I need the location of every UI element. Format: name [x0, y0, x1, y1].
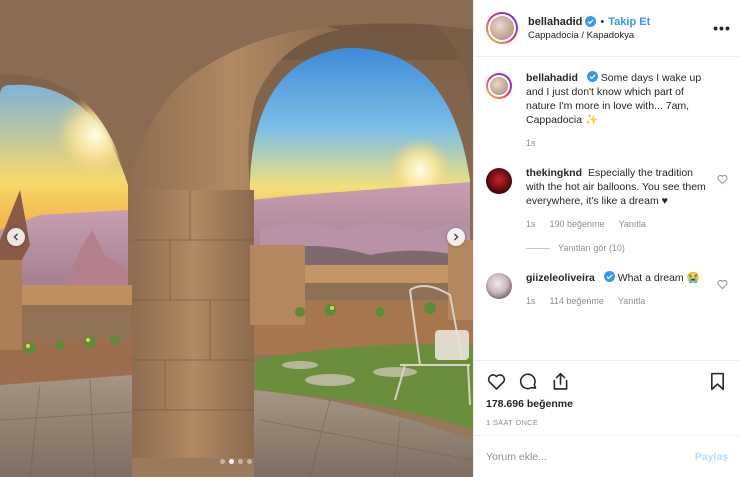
comment-text: What a dream 😭	[617, 272, 700, 284]
commenter-avatar[interactable]	[486, 168, 512, 194]
comment-likes[interactable]: 114 beğenme	[550, 294, 604, 308]
carousel-prev-button[interactable]	[7, 228, 25, 246]
comment-input[interactable]	[486, 450, 695, 463]
commenter-avatar[interactable]	[486, 273, 512, 299]
heart-icon[interactable]	[717, 174, 728, 185]
cappadocia-arches-image	[0, 0, 473, 477]
carousel-dot	[229, 459, 234, 464]
caption-avatar[interactable]	[486, 73, 512, 99]
caption-username[interactable]: bellahadid	[526, 72, 578, 84]
comment-likes[interactable]: 190 beğenme	[550, 217, 605, 231]
carousel-dot	[247, 459, 252, 464]
comment-username[interactable]: giizeleoliveira	[526, 272, 595, 284]
comment-item: giizeleoliveira What a dream 😭 1s 114 be…	[486, 271, 728, 308]
instagram-post: bellahadid • Takip Et Cappadocia / Kapad…	[0, 0, 740, 477]
more-options-icon[interactable]: •••	[713, 20, 730, 36]
follow-separator: •	[600, 15, 605, 28]
view-replies-label: Yanıtları gör (10)	[558, 243, 625, 253]
reply-button[interactable]: Yanıtla	[619, 217, 646, 231]
author-avatar[interactable]	[486, 12, 518, 44]
carousel-dot	[220, 459, 225, 464]
verified-badge-icon	[603, 271, 615, 282]
reply-button[interactable]: Yanıtla	[618, 294, 645, 308]
post-comment-button[interactable]: Paylaş	[695, 451, 728, 463]
location-link[interactable]: Cappadocia / Kapadokya	[528, 30, 714, 41]
carousel-indicator	[220, 459, 252, 464]
heart-icon[interactable]	[717, 279, 728, 290]
comment-username[interactable]: thekingknd	[526, 167, 582, 179]
comment-icon[interactable]	[518, 371, 539, 392]
bookmark-icon[interactable]	[707, 371, 728, 392]
post-sidebar: bellahadid • Takip Et Cappadocia / Kapad…	[473, 0, 740, 477]
caption-time[interactable]: 1s	[526, 136, 536, 150]
view-replies-line	[526, 247, 550, 249]
like-count[interactable]: 178.696 beğenme	[486, 398, 728, 410]
comment-time[interactable]: 1s	[526, 294, 536, 308]
add-comment-bar: Paylaş	[474, 435, 740, 477]
comment-time[interactable]: 1s	[526, 217, 536, 231]
author-username[interactable]: bellahadid	[528, 16, 582, 28]
chevron-left-icon	[13, 233, 18, 241]
post-photo[interactable]	[0, 0, 473, 477]
comment-item: thekingknd Especially the tradition with…	[486, 166, 728, 231]
share-icon[interactable]	[550, 371, 571, 392]
heart-icon[interactable]	[486, 371, 507, 392]
chevron-right-icon	[454, 233, 459, 241]
view-replies-button[interactable]: Yanıtları gör (10)	[526, 243, 728, 253]
follow-button[interactable]: Takip Et	[608, 16, 650, 28]
post-header: bellahadid • Takip Et Cappadocia / Kapad…	[474, 0, 740, 57]
caption: bellahadid Some days I wake up and I jus…	[486, 71, 728, 150]
post-time[interactable]: 1 SAAT ÖNCE	[486, 418, 728, 427]
comments-list: bellahadid Some days I wake up and I jus…	[474, 57, 740, 360]
post-actions: 178.696 beğenme 1 SAAT ÖNCE	[474, 360, 740, 435]
carousel-next-button[interactable]	[447, 228, 465, 246]
carousel-dot	[238, 459, 243, 464]
verified-badge-icon	[586, 71, 598, 82]
verified-badge-icon	[585, 16, 597, 27]
